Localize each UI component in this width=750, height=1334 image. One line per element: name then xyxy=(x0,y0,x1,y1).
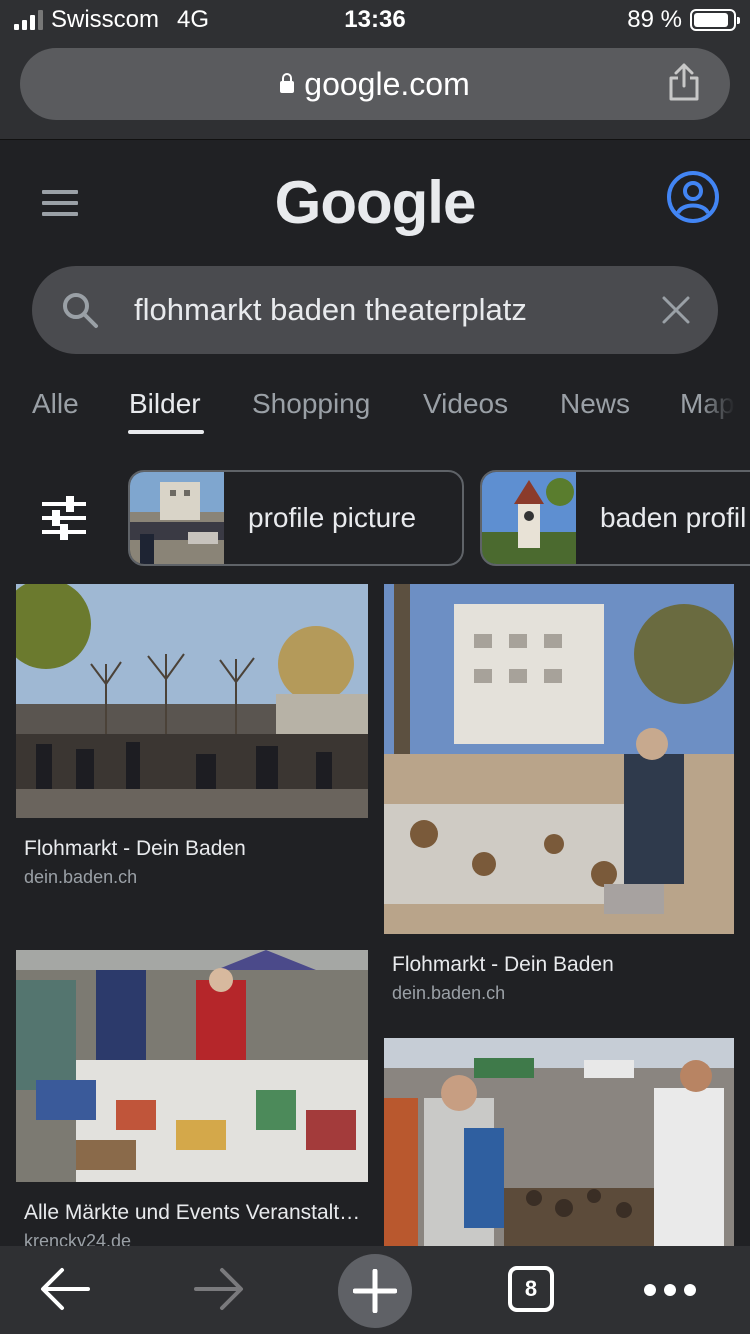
chip-baden-profil[interactable]: baden profil xyxy=(480,470,750,566)
status-bar: Swisscom 4G 13:36 89 % xyxy=(0,0,750,40)
search-query[interactable]: flohmarkt baden theaterplatz xyxy=(134,292,527,328)
browser-toolbar: google.com xyxy=(0,40,750,140)
image-result[interactable]: Flohmarkt - Dein Baden dein.baden.ch xyxy=(384,584,734,1004)
related-chips: profile picture baden profil xyxy=(0,470,750,566)
image-result[interactable]: Alle Märkte und Events Veranstaltungen k… xyxy=(16,950,368,1252)
result-source: dein.baden.ch xyxy=(392,983,506,1003)
tabs-scroll-fade xyxy=(700,354,750,450)
result-title[interactable]: Flohmarkt - Dein Baden xyxy=(384,953,734,977)
search-icon[interactable] xyxy=(60,290,100,330)
battery-percent: 89 % xyxy=(627,6,682,33)
plus-icon xyxy=(353,1269,397,1313)
tab-shopping[interactable]: Shopping xyxy=(252,388,370,420)
google-header: Google xyxy=(0,140,750,260)
battery-icon xyxy=(690,9,740,31)
chip-label: baden profil xyxy=(600,502,747,533)
forward-arrow-icon[interactable] xyxy=(192,1264,246,1314)
tab-switcher-button[interactable]: 8 xyxy=(508,1266,554,1312)
browser-bottom-toolbar: 8 xyxy=(0,1246,750,1334)
tab-bilder[interactable]: Bilder xyxy=(129,388,201,420)
result-title[interactable]: Alle Märkte und Events Veranstaltungen xyxy=(16,1201,368,1225)
tab-videos[interactable]: Videos xyxy=(423,388,508,420)
tune-icon[interactable] xyxy=(40,496,88,540)
tab-news[interactable]: News xyxy=(560,388,630,420)
close-icon[interactable] xyxy=(660,294,692,326)
result-image[interactable] xyxy=(384,584,734,934)
new-tab-button[interactable] xyxy=(338,1254,412,1328)
lock-icon xyxy=(280,73,295,93)
account-icon[interactable] xyxy=(666,170,720,224)
share-icon[interactable] xyxy=(666,62,702,102)
google-logo[interactable]: Google xyxy=(0,168,750,237)
result-image[interactable] xyxy=(16,950,368,1182)
chip-label: profile picture xyxy=(248,502,417,533)
address-bar[interactable]: google.com xyxy=(20,48,730,120)
image-result[interactable] xyxy=(384,1038,734,1253)
search-tabs: Alle Bilder Shopping Videos News Maps xyxy=(0,354,750,450)
result-title[interactable]: Flohmarkt - Dein Baden xyxy=(16,837,368,861)
chip-thumbnail xyxy=(130,472,224,564)
tab-alle[interactable]: Alle xyxy=(32,388,79,420)
result-source: dein.baden.ch xyxy=(24,867,138,887)
result-image[interactable] xyxy=(1,579,368,818)
tab-active-indicator xyxy=(128,430,204,434)
result-image[interactable] xyxy=(384,1038,734,1248)
url-text: google.com xyxy=(304,66,470,102)
search-box[interactable]: flohmarkt baden theaterplatz xyxy=(32,266,718,354)
back-arrow-icon[interactable] xyxy=(38,1264,92,1314)
chip-thumbnail xyxy=(482,472,576,564)
image-result[interactable]: Flohmarkt - Dein Baden dein.baden.ch xyxy=(1,579,368,888)
chip-profile-picture[interactable]: profile picture xyxy=(128,470,464,566)
more-options-icon[interactable] xyxy=(644,1284,696,1296)
